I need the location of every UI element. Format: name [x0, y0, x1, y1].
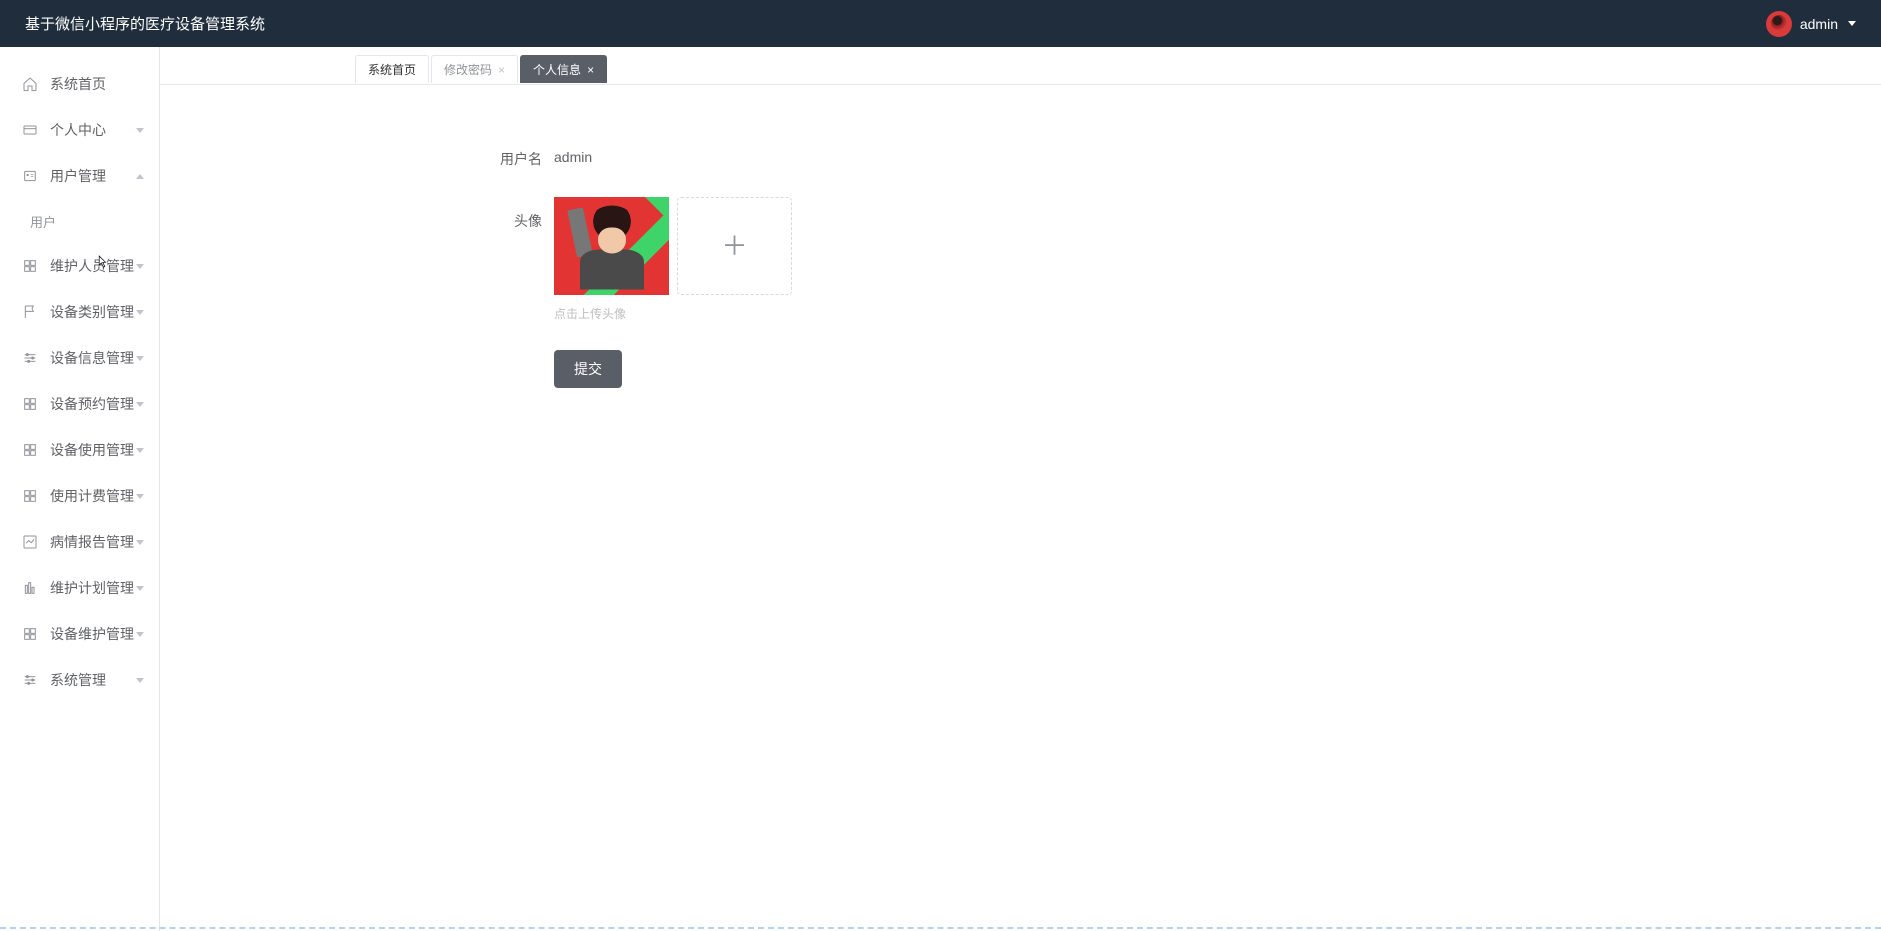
card-icon [22, 122, 38, 138]
submit-button[interactable]: 提交 [554, 350, 622, 388]
sliders-icon [22, 672, 38, 688]
tab-profile[interactable]: 个人信息 × [520, 55, 607, 83]
sidebar-item-category-mgmt[interactable]: 设备类别管理 [0, 289, 159, 335]
sidebar-item-device-info-mgmt[interactable]: 设备信息管理 [0, 335, 159, 381]
grid-icon [22, 258, 38, 274]
sidebar-item-label: 病情报告管理 [50, 532, 134, 552]
tab-bar: 系统首页 修改密码 × 个人信息 × [160, 47, 1881, 85]
sidebar-item-label: 设备信息管理 [50, 348, 134, 368]
sidebar-item-label: 系统首页 [50, 74, 106, 94]
sidebar-item-maintainer-mgmt[interactable]: 维护人员管理 [0, 243, 159, 289]
sidebar-item-label: 维护计划管理 [50, 578, 134, 598]
sidebar-item-home[interactable]: 系统首页 [0, 61, 159, 107]
sidebar-item-label: 使用计费管理 [50, 486, 134, 506]
tab-change-password[interactable]: 修改密码 × [431, 55, 518, 83]
sliders-icon [22, 350, 38, 366]
sidebar-item-user-mgmt[interactable]: 用户管理 [0, 153, 159, 199]
app-title: 基于微信小程序的医疗设备管理系统 [25, 13, 265, 34]
chevron-down-icon [136, 448, 144, 453]
sidebar-subitem-label: 用户 [30, 212, 56, 231]
sidebar-item-label: 个人中心 [50, 120, 106, 140]
chevron-down-icon [1848, 21, 1856, 26]
sidebar-item-label: 设备维护管理 [50, 624, 134, 644]
sidebar-item-label: 设备预约管理 [50, 394, 134, 414]
sidebar-item-maintenance-plan-mgmt[interactable]: 维护计划管理 [0, 565, 159, 611]
upload-hint: 点击上传头像 [554, 305, 1881, 322]
upload-avatar-button[interactable]: ＋ [677, 197, 792, 295]
chevron-down-icon [136, 632, 144, 637]
chevron-down-icon [136, 540, 144, 545]
plus-icon: ＋ [721, 233, 747, 259]
chevron-up-icon [136, 174, 144, 179]
sidebar-item-profile[interactable]: 个人中心 [0, 107, 159, 153]
username-label: admin [1800, 16, 1838, 32]
avatar-field-label: 头像 [500, 197, 542, 231]
sidebar-item-reservation-mgmt[interactable]: 设备预约管理 [0, 381, 159, 427]
chevron-down-icon [136, 494, 144, 499]
sidebar-item-label: 用户管理 [50, 166, 106, 186]
tab-label: 修改密码 [444, 61, 492, 78]
profile-form: 用户名 admin 头像 [160, 85, 1881, 388]
app-header: 基于微信小程序的医疗设备管理系统 admin [0, 0, 1881, 47]
username-field-label: 用户名 [500, 145, 542, 169]
avatar-thumbnail[interactable] [554, 197, 669, 295]
sidebar-item-usage-mgmt[interactable]: 设备使用管理 [0, 427, 159, 473]
chevron-down-icon [136, 128, 144, 133]
tab-label: 系统首页 [368, 61, 416, 78]
flag-icon [22, 304, 38, 320]
content-area: 系统首页 修改密码 × 个人信息 × 用户名 admin 头像 [160, 47, 1881, 931]
sidebar-item-system-mgmt[interactable]: 系统管理 [0, 657, 159, 703]
chevron-down-icon [136, 310, 144, 315]
grid-icon [22, 442, 38, 458]
chevron-down-icon [136, 264, 144, 269]
bars-icon [22, 580, 38, 596]
close-icon[interactable]: × [587, 63, 594, 77]
chevron-down-icon [136, 356, 144, 361]
sidebar-item-label: 维护人员管理 [50, 256, 134, 276]
chevron-down-icon [136, 402, 144, 407]
username-field-value: admin [554, 145, 592, 165]
sidebar-item-condition-report-mgmt[interactable]: 病情报告管理 [0, 519, 159, 565]
grid-icon [22, 626, 38, 642]
sidebar-item-billing-mgmt[interactable]: 使用计费管理 [0, 473, 159, 519]
home-icon [22, 76, 38, 92]
chevron-down-icon [136, 586, 144, 591]
user-menu[interactable]: admin [1766, 11, 1856, 37]
close-icon[interactable]: × [498, 63, 505, 77]
chart-icon [22, 534, 38, 550]
sidebar: 系统首页 个人中心 用户管理 用户 维护人员管理 [0, 47, 160, 931]
sidebar-item-label: 系统管理 [50, 670, 106, 690]
tab-home[interactable]: 系统首页 [355, 55, 429, 83]
avatar-icon [1766, 11, 1792, 37]
grid-icon [22, 488, 38, 504]
sidebar-item-label: 设备类别管理 [50, 302, 134, 322]
bottom-divider [0, 927, 1881, 929]
users-icon [22, 168, 38, 184]
sidebar-item-label: 设备使用管理 [50, 440, 134, 460]
chevron-down-icon [136, 678, 144, 683]
sidebar-subitem-user[interactable]: 用户 [0, 199, 159, 243]
sidebar-item-device-maintenance-mgmt[interactable]: 设备维护管理 [0, 611, 159, 657]
tab-label: 个人信息 [533, 61, 581, 78]
grid-icon [22, 396, 38, 412]
